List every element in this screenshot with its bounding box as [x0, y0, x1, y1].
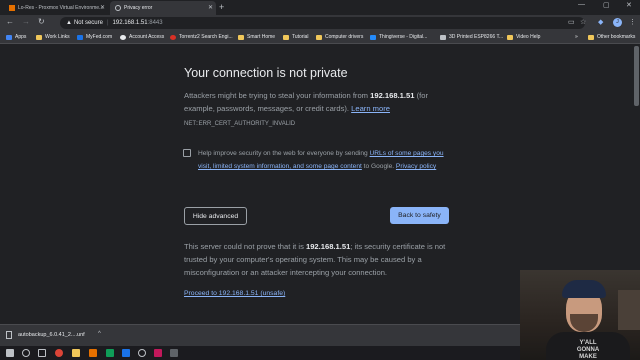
improve-security-text: Help improve security on the web for eve…: [198, 150, 444, 170]
webcam-shelf: [618, 290, 640, 330]
host-emphasis: 192.168.1.51: [370, 91, 415, 100]
tab-privacy-error[interactable]: Privacy error ✕: [110, 1, 216, 15]
folder-icon: [316, 34, 322, 40]
start-icon[interactable]: [6, 349, 14, 357]
bookmark-other[interactable]: Other bookmarks: [588, 34, 635, 40]
app-icon[interactable]: [138, 349, 146, 357]
bookmark-3d-printed[interactable]: 3D Printed ESP8266 T...: [440, 34, 503, 40]
bookmark-torrentz2[interactable]: Torrentz2 Search Engi...: [170, 34, 233, 40]
back-to-safety-button[interactable]: Back to safety: [390, 207, 449, 224]
url-port: :8443: [147, 20, 163, 26]
task-view-icon[interactable]: [38, 349, 46, 357]
site-icon: [170, 34, 176, 40]
bookmark-tutorial[interactable]: Tutorial: [283, 34, 309, 40]
learn-more-link[interactable]: Learn more: [351, 104, 390, 113]
profile-avatar[interactable]: J: [613, 18, 622, 27]
address-bar[interactable]: ▲ Not secure | 192.168.1.51:8443: [60, 17, 585, 29]
warning-triangle-icon[interactable]: ▲: [66, 20, 72, 26]
url-host: 192.168.1.51: [112, 20, 148, 26]
security-chip[interactable]: Not secure: [74, 20, 103, 26]
folder-icon: [507, 34, 513, 40]
minimize-icon[interactable]: —: [578, 1, 585, 8]
bookmarks-overflow-icon[interactable]: »: [575, 34, 578, 40]
warning-message: Attackers might be trying to steal your …: [184, 91, 428, 113]
close-tab-icon[interactable]: ✕: [208, 4, 213, 11]
advanced-details: This server could not prove that it is 1…: [184, 242, 446, 277]
chevron-up-icon[interactable]: ^: [98, 331, 101, 337]
bookmark-myfed[interactable]: MyFed.com: [77, 34, 112, 40]
download-item[interactable]: autobackup_6.0.41_2....unf: [6, 331, 85, 339]
close-tab-icon[interactable]: ✕: [100, 4, 105, 11]
site-icon: [370, 34, 376, 40]
bookmark-smart-home[interactable]: Smart Home: [238, 34, 275, 40]
cast-icon[interactable]: ▭: [568, 18, 575, 26]
tab-strip: Lo-Res - Proxmox Virtual Environme... ✕ …: [0, 0, 640, 15]
bookmark-thingiverse[interactable]: Thingiverse - Digital...: [370, 34, 427, 40]
bookmark-video-help[interactable]: Video Help: [507, 34, 540, 40]
proxmox-favicon-icon: [9, 5, 15, 11]
site-icon: [77, 34, 83, 40]
tab-title: Lo-Res - Proxmox Virtual Environme...: [18, 5, 104, 11]
menu-kebab-icon[interactable]: ⋮: [629, 18, 636, 26]
file-icon: [6, 331, 12, 339]
reload-icon[interactable]: ↻: [38, 17, 45, 26]
bookmark-apps[interactable]: Apps: [6, 34, 26, 40]
app-icon[interactable]: [170, 349, 178, 357]
privacy-policy-link[interactable]: Privacy policy: [396, 163, 436, 170]
webcam-overlay: Y'ALL GONNA MAKE: [520, 270, 640, 360]
chrome-icon[interactable]: [55, 349, 63, 357]
bookmark-account-access[interactable]: Account Access: [120, 34, 164, 40]
forward-arrow-icon[interactable]: →: [22, 17, 30, 26]
tab-proxmox[interactable]: Lo-Res - Proxmox Virtual Environme... ✕: [4, 1, 108, 15]
folder-icon: [238, 34, 244, 40]
app-icon[interactable]: [122, 349, 130, 357]
scrollbar-thumb[interactable]: [634, 46, 639, 106]
error-code: NET::ERR_CERT_AUTHORITY_INVALID: [184, 121, 296, 127]
new-tab-icon[interactable]: +: [219, 2, 224, 12]
app-icon[interactable]: [154, 349, 162, 357]
hide-advanced-button[interactable]: Hide advanced: [184, 207, 247, 225]
search-icon[interactable]: [22, 349, 30, 357]
download-filename: autobackup_6.0.41_2....unf: [18, 332, 85, 338]
star-icon[interactable]: ☆: [580, 18, 586, 26]
folder-icon: [283, 34, 289, 40]
bookmark-computer-drivers[interactable]: Computer drivers: [316, 34, 363, 40]
bookmark-work-links[interactable]: Work Links: [36, 34, 70, 40]
globe-icon: [115, 5, 121, 11]
tab-title: Privacy error: [124, 5, 153, 11]
site-icon: [120, 34, 126, 40]
file-explorer-icon[interactable]: [72, 349, 80, 357]
back-arrow-icon[interactable]: ←: [6, 17, 14, 26]
app-icon[interactable]: [106, 349, 114, 357]
site-icon: [440, 34, 446, 40]
toolbar: ← → ↻ ▲ Not secure | 192.168.1.51:8443 ▭…: [0, 15, 640, 31]
extensions-icon[interactable]: ◆: [598, 18, 603, 26]
divider: |: [106, 20, 109, 26]
maximize-icon[interactable]: ▢: [603, 1, 610, 9]
folder-icon: [588, 34, 594, 40]
page-title: Your connection is not private: [184, 66, 348, 80]
proceed-unsafe-link[interactable]: Proceed to 192.168.1.51 (unsafe): [184, 290, 285, 297]
bookmarks-bar: Apps Work Links MyFed.com Account Access…: [0, 31, 640, 44]
host-emphasis: 192.168.1.51: [305, 242, 351, 251]
app-icon[interactable]: [89, 349, 97, 357]
folder-icon: [36, 34, 42, 40]
improve-security-checkbox[interactable]: [183, 149, 191, 157]
apps-grid-icon: [6, 34, 12, 40]
close-window-icon[interactable]: ✕: [626, 1, 632, 9]
shirt-print: Y'ALL GONNA MAKE: [576, 340, 600, 360]
presenter-cap: [562, 280, 606, 298]
